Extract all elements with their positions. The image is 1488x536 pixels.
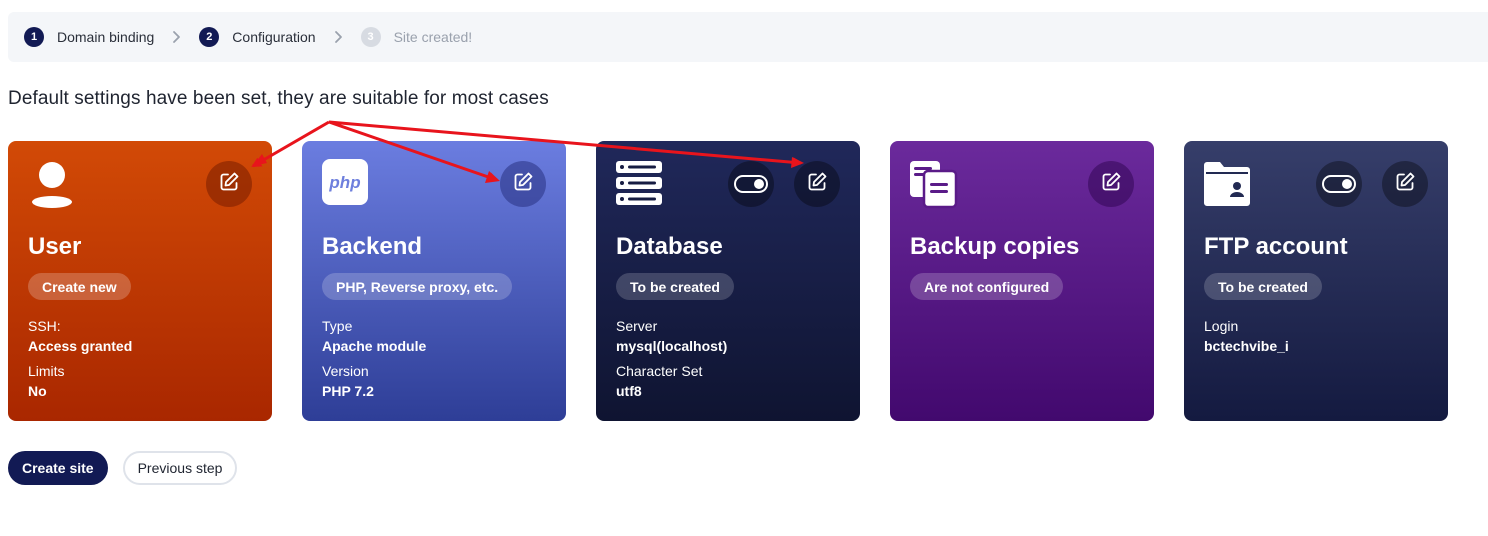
edit-icon (806, 171, 828, 198)
field-label: SSH: (28, 318, 61, 334)
edit-backend-button[interactable] (500, 161, 546, 207)
ftp-card: FTP account To be created Login bctechvi… (1184, 141, 1448, 421)
chevron-right-icon (334, 30, 343, 44)
field-value: Access granted (28, 338, 133, 354)
backend-card: php Backend PHP, Reverse proxy, etc. Typ… (302, 141, 566, 421)
field-label: Login (1204, 318, 1239, 334)
field-label: Server (616, 318, 658, 334)
field-label: Character Set (616, 363, 703, 379)
page-headline: Default settings have been set, they are… (8, 88, 549, 109)
field-label: Type (322, 318, 353, 334)
edit-database-button[interactable] (794, 161, 840, 207)
user-icon (28, 159, 78, 209)
action-bar: Create site Previous step (8, 451, 238, 485)
step-label: Domain binding (57, 29, 155, 45)
step-number: 3 (360, 27, 381, 47)
step-number: 2 (199, 27, 220, 47)
step-label: Site created! (393, 29, 473, 45)
edit-icon (1100, 171, 1122, 198)
field-login: Login bctechvibe_i (1204, 316, 1289, 356)
toggle-knob (754, 179, 764, 189)
ftp-toggle[interactable] (1316, 161, 1362, 207)
status-badge: PHP, Reverse proxy, etc. (322, 273, 513, 300)
card-title: Backup copies (910, 233, 1080, 260)
toggle-icon (734, 175, 768, 193)
field-value: Apache module (322, 338, 427, 354)
create-site-button[interactable]: Create site (8, 451, 108, 485)
field-limits: Limits No (28, 361, 132, 401)
field-label: Version (322, 363, 369, 379)
field-server: Server mysql(localhost) (616, 316, 727, 356)
field-value: No (28, 383, 47, 399)
edit-icon (512, 171, 534, 198)
step-number: 1 (24, 27, 44, 47)
card-title: Backend (322, 233, 423, 260)
status-badge: To be created (1204, 273, 1322, 300)
toggle-knob (1342, 179, 1352, 189)
step-site-created: 3 Site created! (360, 27, 473, 47)
card-title: User (28, 233, 82, 260)
card-fields: Server mysql(localhost) Character Set ut… (616, 316, 727, 406)
documents-icon (910, 159, 960, 209)
field-value: utf8 (616, 383, 642, 399)
toggle-icon (1322, 175, 1356, 193)
step-label: Configuration (232, 29, 316, 45)
database-toggle[interactable] (728, 161, 774, 207)
field-type: Type Apache module (322, 316, 426, 356)
field-version: Version PHP 7.2 (322, 361, 426, 401)
php-icon-text: php (328, 173, 360, 192)
user-card: User Create new SSH: Access granted Limi… (8, 141, 272, 421)
card-fields: SSH: Access granted Limits No (28, 316, 132, 406)
field-value: mysql(localhost) (616, 338, 728, 354)
chevron-right-icon (172, 30, 181, 44)
card-fields: Type Apache module Version PHP 7.2 (322, 316, 426, 406)
folder-user-icon (1204, 159, 1254, 209)
field-value: PHP 7.2 (322, 383, 374, 399)
database-card: Database To be created Server mysql(loca… (596, 141, 860, 421)
stepper: 1 Domain binding 2 Configuration 3 Site … (8, 12, 1488, 62)
field-charset: Character Set utf8 (616, 361, 727, 401)
field-label: Limits (28, 363, 65, 379)
card-fields: Login bctechvibe_i (1204, 316, 1289, 361)
server-stack-icon (616, 159, 666, 209)
status-badge: To be created (616, 273, 734, 300)
field-ssh: SSH: Access granted (28, 316, 132, 356)
card-title: FTP account (1204, 233, 1348, 260)
backup-card: Backup copies Are not configured (890, 141, 1154, 421)
php-icon: php (322, 159, 372, 209)
edit-user-button[interactable] (206, 161, 252, 207)
card-title: Database (616, 233, 723, 260)
field-value: bctechvibe_i (1204, 338, 1289, 354)
status-badge: Are not configured (910, 273, 1064, 300)
previous-step-button[interactable]: Previous step (122, 451, 238, 485)
edit-ftp-button[interactable] (1382, 161, 1428, 207)
edit-icon (218, 171, 240, 198)
edit-backup-button[interactable] (1088, 161, 1134, 207)
edit-icon (1394, 171, 1416, 198)
status-badge: Create new (28, 273, 131, 300)
step-domain-binding[interactable]: 1 Domain binding (24, 27, 154, 47)
step-configuration[interactable]: 2 Configuration (199, 27, 316, 47)
